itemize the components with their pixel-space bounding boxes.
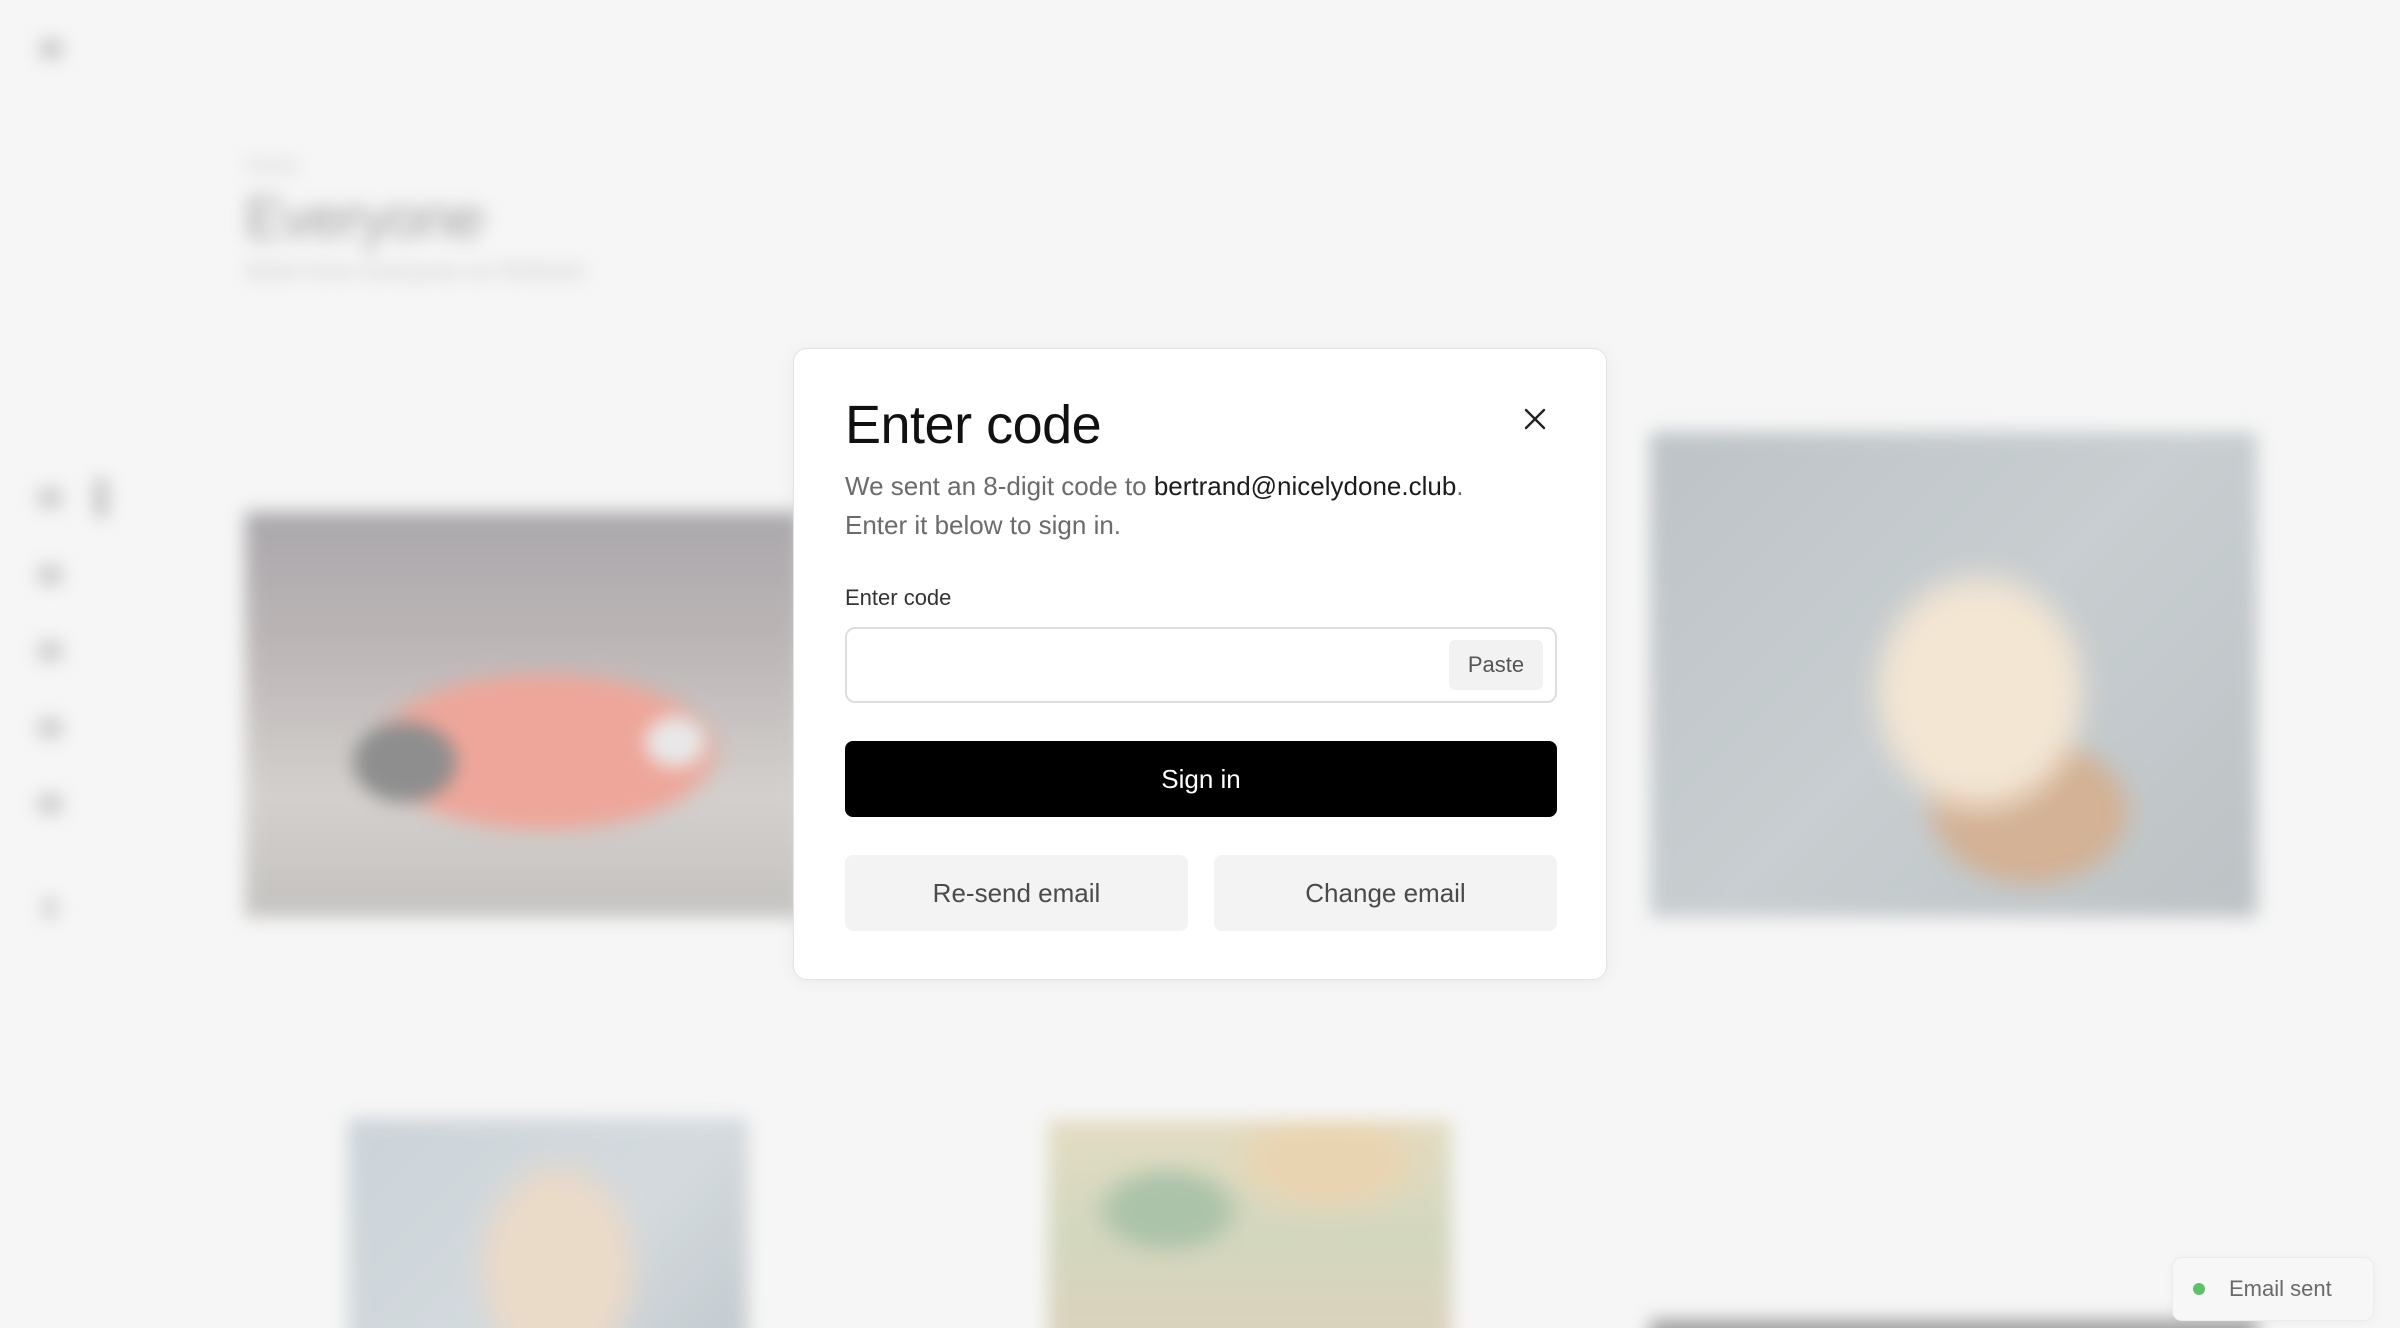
sidebar-active-indicator [96, 478, 106, 518]
close-icon [1524, 408, 1546, 430]
app-logo-icon [40, 40, 62, 58]
breadcrumb: Home [245, 155, 299, 177]
toast-message: Email sent [2229, 1276, 2332, 1301]
description-line2: Enter it below to sign in. [845, 510, 1122, 540]
code-input[interactable] [867, 635, 1449, 695]
close-button[interactable] [1515, 399, 1555, 439]
dialog-title: Enter code [845, 395, 1102, 455]
description-prefix: We sent an 8-digit code to [845, 471, 1154, 501]
page: Home Everyone Work from everyone on Refr… [0, 0, 2400, 1328]
sidebar-nav-icon [38, 794, 62, 814]
sidebar-nav-icon [38, 488, 62, 508]
thumbnail-dog [1650, 432, 2257, 917]
paste-button[interactable]: Paste [1449, 640, 1543, 690]
sign-in-button[interactable]: Sign in [845, 741, 1557, 817]
sidebar-nav-icon [43, 898, 57, 918]
change-email-button[interactable]: Change email [1214, 855, 1557, 931]
dialog-description: We sent an 8-digit code to bertrand@nice… [845, 467, 1555, 545]
recipient-email: bertrand@nicelydone.club [1153, 471, 1457, 501]
page-title: Everyone [245, 186, 483, 251]
code-field: Paste [845, 627, 1557, 703]
thumbnail-horse [348, 1118, 748, 1328]
secondary-actions: Re-send email Change email [845, 855, 1557, 931]
status-dot-icon [2193, 1283, 2205, 1295]
thumbnail-landscape [1048, 1120, 1452, 1328]
email-sent-toast: Email sent [2172, 1257, 2374, 1321]
thumbnail-dark [1650, 1320, 2257, 1328]
sidebar-nav-icon [38, 641, 62, 661]
description-suffix: . [1456, 471, 1464, 501]
sidebar-nav-icon [38, 718, 62, 738]
enter-code-dialog: Enter code We sent an 8-digit code to be… [793, 348, 1607, 980]
page-subtitle: Work from everyone on Refresh [245, 258, 585, 285]
resend-email-button[interactable]: Re-send email [845, 855, 1188, 931]
code-field-label: Enter code [845, 585, 952, 610]
sidebar-nav-icon [38, 565, 62, 585]
thumbnail-race-car [245, 512, 800, 917]
